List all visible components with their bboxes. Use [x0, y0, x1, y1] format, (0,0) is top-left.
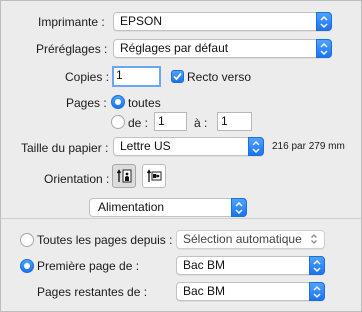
feed-first-page-radio[interactable] — [20, 259, 34, 273]
paper-size-value: Lettre US — [120, 139, 171, 153]
pages-label: Pages : — [66, 96, 107, 110]
portrait-button[interactable] — [112, 164, 136, 188]
section-value: Alimentation — [98, 200, 165, 214]
feed-remaining-value: Bac BM — [183, 284, 226, 298]
paper-size-popup[interactable]: Lettre US — [113, 137, 264, 156]
feed-all-pages-value: Sélection automatique — [183, 232, 302, 246]
feed-remaining-label: Pages restantes de : — [37, 285, 148, 299]
section-separator — [1, 218, 361, 219]
paper-size-dimensions: 216 par 279 mm — [272, 141, 345, 152]
copies-label: Copies : — [65, 70, 110, 84]
pages-to-field[interactable]: 1 — [217, 112, 252, 131]
pages-from-label: de : — [128, 116, 149, 130]
copies-field[interactable]: 1 — [112, 66, 161, 87]
feed-first-page-label: Première page de : — [37, 259, 140, 273]
printer-label: Imprimante : — [38, 15, 105, 29]
landscape-button[interactable] — [142, 164, 166, 188]
pages-from-field[interactable]: 1 — [154, 112, 187, 131]
feed-first-page-popup[interactable]: Bac BM — [176, 256, 325, 275]
portrait-icon — [116, 169, 132, 183]
feed-all-pages-popup[interactable]: Sélection automatique — [176, 230, 325, 249]
paper-size-stepper-icon — [248, 137, 264, 156]
presets-stepper-icon — [316, 39, 332, 58]
presets-popup[interactable]: Réglages par défaut — [113, 39, 332, 58]
feed-first-page-value: Bac BM — [183, 258, 226, 272]
presets-value: Réglages par défaut — [120, 41, 229, 55]
feed-remaining-stepper-icon — [309, 282, 325, 301]
section-stepper-icon — [231, 198, 247, 217]
feed-all-pages-stepper-icon — [308, 231, 320, 248]
feed-all-pages-radio[interactable] — [20, 233, 34, 247]
printer-popup[interactable]: EPSON — [113, 12, 332, 31]
paper-size-label: Taille du papier : — [21, 141, 109, 155]
duplex-label: Recto verso — [187, 70, 252, 84]
feed-all-pages-label: Toutes les pages depuis : — [37, 233, 173, 247]
orientation-label: Orientation : — [44, 172, 110, 186]
duplex-checkbox[interactable] — [171, 70, 184, 83]
checkmark-icon — [173, 72, 182, 81]
presets-label: Préréglages : — [36, 42, 108, 56]
section-popup[interactable]: Alimentation — [89, 198, 247, 217]
pages-to-label: à : — [194, 116, 208, 130]
landscape-icon — [146, 169, 162, 182]
pages-range-radio[interactable] — [111, 115, 125, 129]
printer-value: EPSON — [120, 14, 163, 28]
pages-all-label: toutes — [128, 96, 161, 110]
feed-first-page-stepper-icon — [309, 256, 325, 275]
feed-remaining-popup[interactable]: Bac BM — [176, 282, 325, 301]
print-dialog: Imprimante : EPSON Préréglages : Réglage… — [0, 0, 362, 312]
printer-stepper-icon — [316, 12, 332, 31]
pages-all-radio[interactable] — [111, 95, 125, 109]
